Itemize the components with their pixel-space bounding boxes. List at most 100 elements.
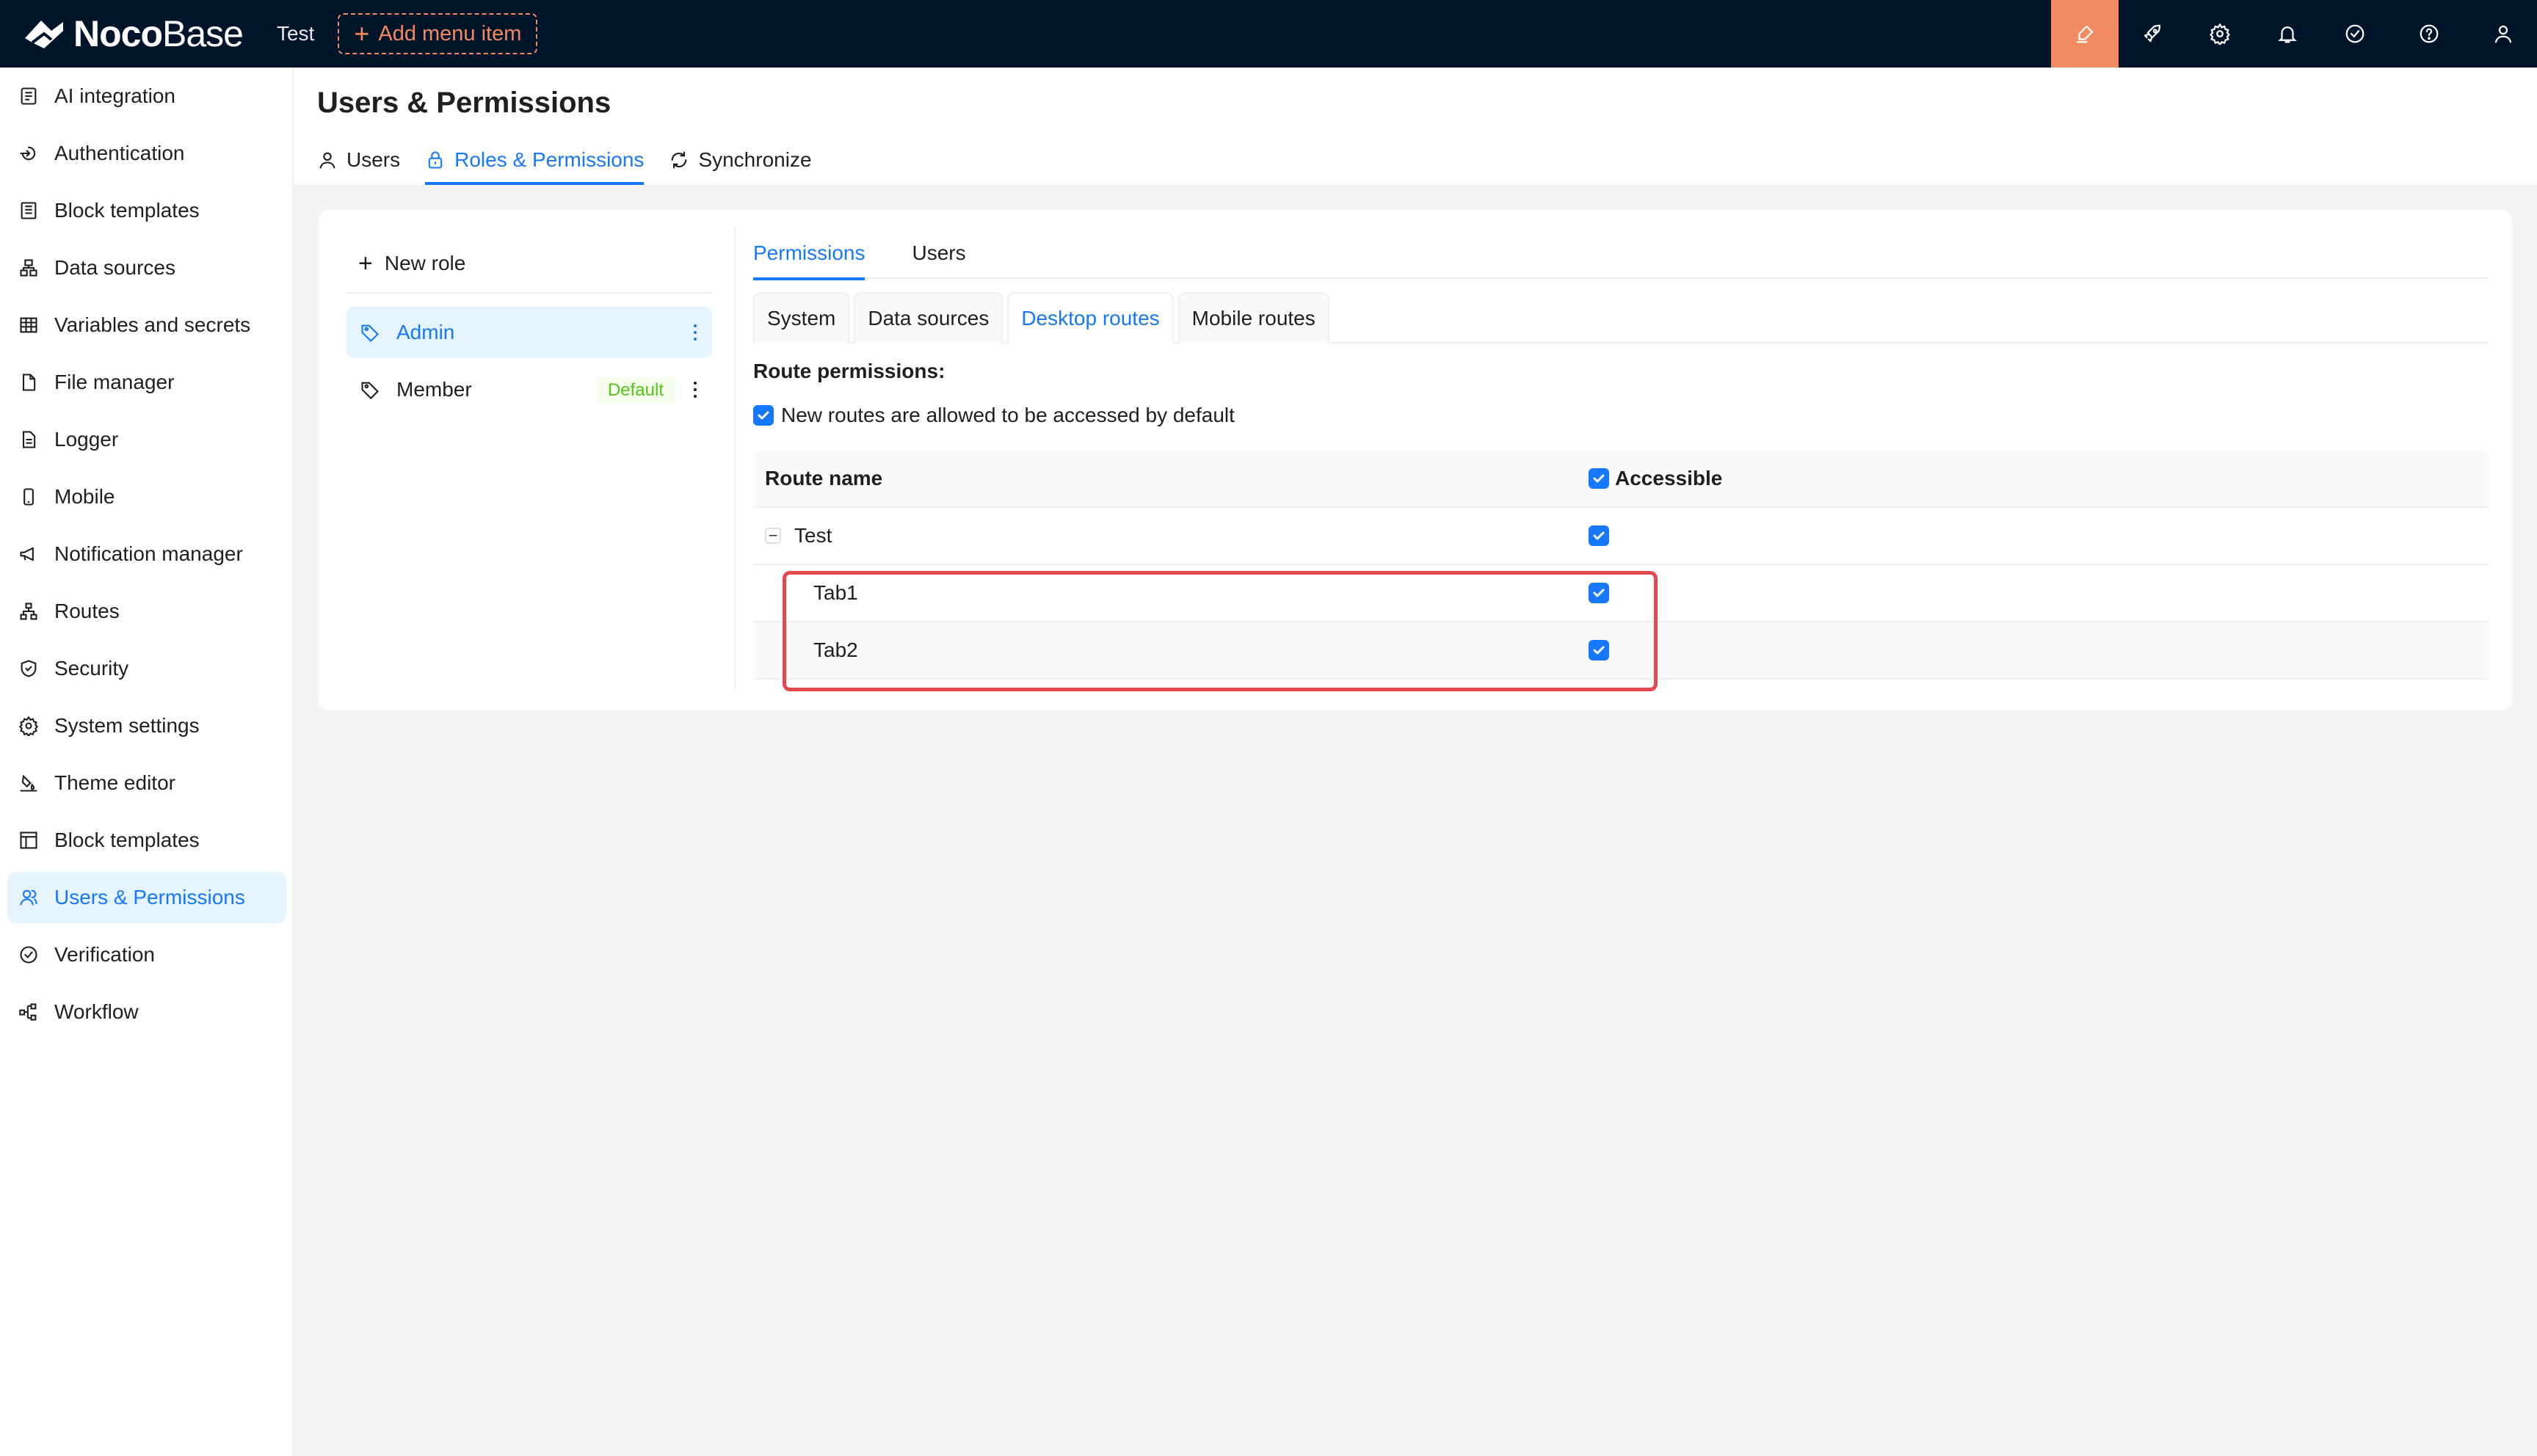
add-menu-item-button[interactable]: + Add menu item xyxy=(338,13,538,54)
logger-icon xyxy=(22,431,36,448)
sidebar-item-label: System settings xyxy=(54,714,200,737)
new-routes-label: New routes are allowed to be accessed by… xyxy=(781,404,1235,426)
tab-label: Synchronize xyxy=(698,148,812,171)
permission-subtabs: System Data sources Desktop routes Mobil… xyxy=(753,292,2489,343)
sidebar-item-routes[interactable]: Routes xyxy=(7,586,286,637)
vertical-divider xyxy=(734,228,736,688)
user-icon xyxy=(2494,25,2512,43)
route-name-cell: Tab1 xyxy=(753,581,1589,605)
sidebar-item-file-manager[interactable]: File manager xyxy=(7,357,286,408)
lock-icon xyxy=(428,151,443,169)
sidebar-item-verification[interactable]: Verification xyxy=(7,929,286,980)
route-name-cell: − Test xyxy=(753,524,1589,547)
tab-label: Roles & Permissions xyxy=(454,148,645,171)
accessible-cell xyxy=(1589,583,1615,603)
route-permissions-colon: : xyxy=(938,360,946,382)
sidebar-item-block-templates-2[interactable]: Block templates xyxy=(7,815,286,866)
checkmark-icon xyxy=(1593,474,1605,483)
sidebar-item-logger[interactable]: Logger xyxy=(7,414,286,465)
route-permissions-text: Route permissions xyxy=(753,360,939,382)
tab-roles-permissions[interactable]: Roles & Permissions xyxy=(425,135,645,185)
sidebar-item-label: Notification manager xyxy=(54,542,243,565)
roles-permissions-card: + New role Admin Member Default Permissi… xyxy=(319,210,2512,710)
accessible-checkbox[interactable] xyxy=(1589,583,1609,603)
sidebar-item-label: AI integration xyxy=(54,84,175,107)
column-header-route-name: Route name xyxy=(765,467,883,489)
permissions-panel: Permissions Users System Data sources De… xyxy=(753,228,2489,680)
plus-icon: + xyxy=(358,249,373,277)
accessible-checkbox[interactable] xyxy=(1589,525,1609,546)
more-vertical-icon[interactable] xyxy=(692,321,699,344)
settings-sidebar: AI integration Authentication Block temp… xyxy=(0,68,294,1456)
database-icon xyxy=(20,259,37,277)
sidebar-item-security[interactable]: Security xyxy=(7,643,286,694)
user-icon xyxy=(319,152,335,169)
user-menu-button[interactable] xyxy=(2469,0,2537,68)
accessible-checkbox[interactable] xyxy=(1589,640,1609,660)
sidebar-item-ai-integration[interactable]: AI integration xyxy=(7,70,286,122)
sidebar-item-label: Variables and secrets xyxy=(54,313,251,336)
notifications-button[interactable] xyxy=(2254,0,2321,68)
tab-permissions[interactable]: Permissions xyxy=(753,228,865,280)
plus-icon: + xyxy=(354,18,370,48)
users-icon xyxy=(20,889,37,906)
table-row: − Test xyxy=(753,508,2489,565)
sidebar-item-users-permissions[interactable]: Users & Permissions xyxy=(7,872,286,923)
role-label: Member xyxy=(396,378,472,401)
plugins-button[interactable] xyxy=(2119,0,2186,68)
sidebar-item-workflow[interactable]: Workflow xyxy=(7,986,286,1038)
subtab-system[interactable]: System xyxy=(753,292,850,343)
column-header-accessible: Accessible xyxy=(1589,467,1722,490)
file-icon xyxy=(22,374,36,391)
checkbox-checked[interactable] xyxy=(753,405,774,426)
sidebar-item-authentication[interactable]: Authentication xyxy=(7,128,286,179)
theme-icon xyxy=(20,774,37,792)
checkmark-icon xyxy=(1593,589,1605,597)
table-row: Tab1 xyxy=(753,565,2489,622)
sidebar-item-label: Verification xyxy=(54,943,155,966)
accessible-cell xyxy=(1589,640,1615,660)
megaphone-icon xyxy=(20,547,34,561)
subtab-data-sources[interactable]: Data sources xyxy=(854,292,1003,343)
default-badge: Default xyxy=(595,377,675,404)
menu-item-test[interactable]: Test xyxy=(277,22,314,46)
block-template-icon xyxy=(21,202,37,219)
sidebar-item-block-templates[interactable]: Block templates xyxy=(7,185,286,236)
sidebar-item-label: Logger xyxy=(54,428,119,451)
sidebar-item-data-sources[interactable]: Data sources xyxy=(7,242,286,294)
role-item-admin[interactable]: Admin xyxy=(346,307,712,358)
highlighter-icon xyxy=(2076,25,2094,43)
sidebar-item-label: Block templates xyxy=(54,199,200,222)
tab-users[interactable]: Users xyxy=(317,135,400,185)
sidebar-item-notification-manager[interactable]: Notification manager xyxy=(7,528,286,580)
new-role-button[interactable]: + New role xyxy=(346,235,712,294)
help-button[interactable] xyxy=(2389,0,2469,68)
new-routes-default-checkbox[interactable]: New routes are allowed to be accessed by… xyxy=(753,402,2489,429)
settings-button[interactable] xyxy=(2186,0,2254,68)
collapse-toggle-icon[interactable]: − xyxy=(765,528,781,544)
sidebar-item-label: Mobile xyxy=(54,485,115,508)
route-name: Test xyxy=(794,524,832,547)
checkmark-icon xyxy=(1593,531,1605,540)
role-item-member[interactable]: Member Default xyxy=(346,364,712,415)
add-menu-item-label: Add menu item xyxy=(378,21,522,46)
tab-synchronize[interactable]: Synchronize xyxy=(669,135,812,185)
logo-text-base: Base xyxy=(162,13,244,54)
sidebar-item-mobile[interactable]: Mobile xyxy=(7,471,286,523)
tab-role-users[interactable]: Users xyxy=(912,228,965,279)
rocket-icon xyxy=(2144,24,2161,43)
theme-highlighter-button[interactable] xyxy=(2051,0,2119,68)
gear-icon xyxy=(2209,23,2231,45)
sidebar-item-label: Security xyxy=(54,657,129,680)
sidebar-item-variables-and-secrets[interactable]: Variables and secrets xyxy=(7,299,286,351)
more-vertical-icon[interactable] xyxy=(692,378,699,401)
select-all-checkbox[interactable] xyxy=(1589,468,1609,489)
route-name: Tab1 xyxy=(813,581,858,604)
subtab-mobile-routes[interactable]: Mobile routes xyxy=(1177,292,1329,343)
route-permissions-table: Route name Accessible − Test Tab1 Tab2 xyxy=(753,451,2489,680)
tasks-button[interactable] xyxy=(2321,0,2389,68)
sidebar-item-system-settings[interactable]: System settings xyxy=(7,700,286,751)
sidebar-item-theme-editor[interactable]: Theme editor xyxy=(7,757,286,809)
nocobase-logo[interactable]: Noco Base xyxy=(22,0,244,68)
subtab-desktop-routes[interactable]: Desktop routes xyxy=(1007,292,1174,343)
